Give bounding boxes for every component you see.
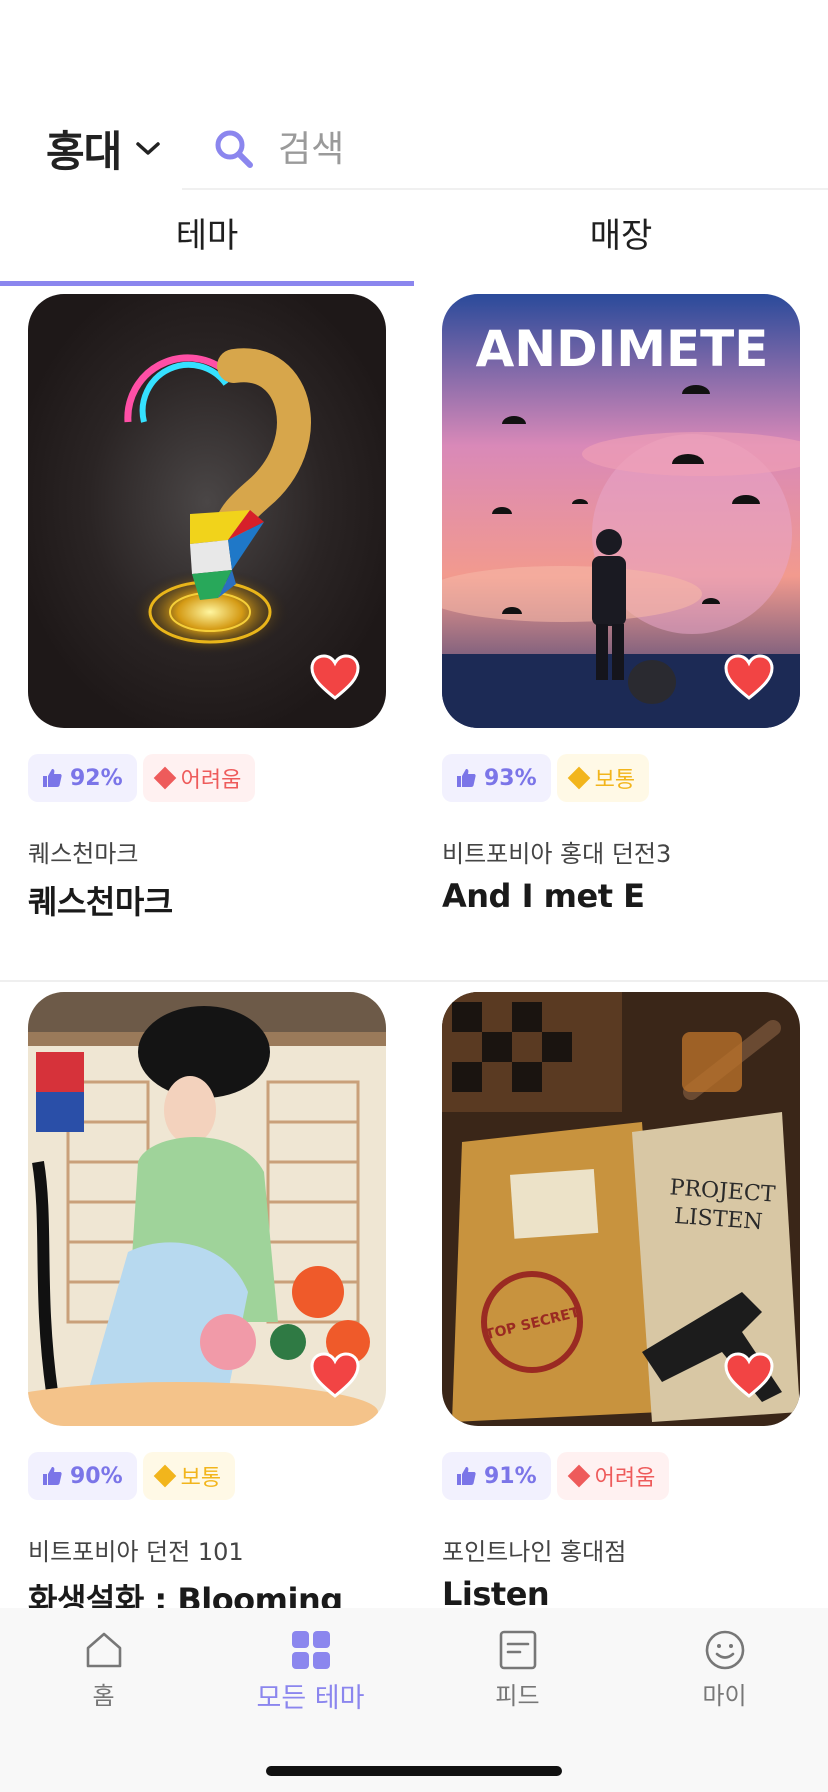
nav-label: 모든 테마	[256, 1683, 365, 1714]
difficulty-label: 보통	[180, 1466, 222, 1491]
like-percent: 91%	[484, 1463, 537, 1489]
home-indicator	[266, 1766, 562, 1776]
store-name: 비트포비아 홍대 던전3	[442, 840, 672, 868]
header: 홍대	[0, 110, 828, 190]
theme-title: And I met E	[442, 877, 645, 915]
home-icon	[86, 1632, 121, 1668]
difficulty-label: 어려움	[594, 1466, 656, 1491]
tab-stores[interactable]: 매장	[414, 200, 828, 286]
nav-my[interactable]: 마이	[621, 1628, 828, 1711]
search-bar[interactable]	[182, 110, 828, 190]
region-selector[interactable]: 홍대	[46, 118, 161, 179]
like-badge: 91%	[442, 1452, 551, 1500]
theme-card[interactable]: ANDIMETE 93% 보통 비트포비아 홍대 던전3 And I met E	[442, 294, 800, 915]
theme-poster[interactable]: TOP SECRET PROJECT LISTEN	[442, 992, 800, 1426]
search-input[interactable]	[278, 128, 758, 170]
theme-poster[interactable]	[28, 294, 386, 728]
theme-title: 퀘스천마크	[28, 883, 173, 921]
like-percent: 90%	[70, 1463, 123, 1489]
theme-chips: 91% 어려움	[442, 1452, 800, 1500]
like-badge: 92%	[28, 754, 137, 802]
favorite-heart-icon[interactable]	[724, 654, 774, 700]
like-percent: 92%	[70, 765, 123, 791]
theme-card[interactable]: TOP SECRET PROJECT LISTEN 91% 어려움 포인트나인 …	[442, 992, 800, 1613]
favorite-heart-icon[interactable]	[724, 1352, 774, 1398]
diamond-icon	[567, 766, 590, 790]
difficulty-badge: 어려움	[556, 1452, 670, 1500]
diamond-icon	[153, 1464, 176, 1488]
theme-poster[interactable]: ANDIMETE	[442, 294, 800, 728]
nav-label: 홈	[92, 1682, 115, 1710]
store-name: 퀘스천마크	[28, 840, 139, 868]
store-name: 포인트나인 홍대점	[442, 1538, 627, 1566]
poster-title-text: ANDIMETE	[476, 320, 769, 378]
thumbs-up-icon	[43, 1467, 62, 1485]
thumbs-up-icon	[457, 1467, 476, 1485]
search-icon[interactable]	[212, 127, 256, 171]
tab-themes[interactable]: 테마	[0, 200, 414, 286]
diamond-icon	[567, 1464, 590, 1488]
theme-card[interactable]: 90% 보통 비트포비아 던전 101 화생설화 : Blooming	[28, 992, 386, 1621]
theme-row: 90% 보통 비트포비아 던전 101 화생설화 : Blooming TOP …	[0, 990, 828, 1680]
region-label: 홍대	[46, 127, 122, 176]
theme-row: 92% 어려움 퀘스천마크 퀘스천마크 ANDIMETE 93% 보통 비트포비…	[0, 292, 828, 982]
nav-all-themes[interactable]: 모든 테마	[207, 1628, 414, 1715]
theme-card[interactable]: 92% 어려움 퀘스천마크 퀘스천마크	[28, 294, 386, 923]
chevron-down-icon	[136, 141, 161, 155]
favorite-heart-icon[interactable]	[310, 1352, 360, 1398]
feed-icon	[499, 1630, 536, 1670]
theme-chips: 93% 보통	[442, 754, 800, 802]
store-name: 비트포비아 던전 101	[28, 1538, 244, 1566]
nav-feed[interactable]: 피드	[414, 1628, 621, 1711]
theme-chips: 90% 보통	[28, 1452, 386, 1500]
bottom-nav: 홈 모든 테마 피드 마이	[0, 1608, 828, 1792]
difficulty-label: 어려움	[180, 768, 242, 793]
like-percent: 93%	[484, 765, 537, 791]
nav-home[interactable]: 홈	[0, 1628, 207, 1711]
difficulty-badge: 어려움	[142, 754, 256, 802]
difficulty-badge: 보통	[142, 1452, 236, 1500]
grid-icon	[291, 1631, 330, 1669]
nav-label: 마이	[702, 1682, 747, 1710]
thumbs-up-icon	[43, 769, 62, 787]
like-badge: 90%	[28, 1452, 137, 1500]
tab-bar: 테마 매장	[0, 200, 828, 286]
difficulty-label: 보통	[594, 768, 636, 793]
difficulty-badge: 보통	[556, 754, 650, 802]
like-badge: 93%	[442, 754, 551, 802]
nav-label: 피드	[495, 1682, 540, 1710]
favorite-heart-icon[interactable]	[310, 654, 360, 700]
diamond-icon	[153, 766, 176, 790]
theme-chips: 92% 어려움	[28, 754, 386, 802]
thumbs-up-icon	[457, 769, 476, 787]
theme-poster[interactable]	[28, 992, 386, 1426]
smile-icon	[705, 1630, 744, 1670]
